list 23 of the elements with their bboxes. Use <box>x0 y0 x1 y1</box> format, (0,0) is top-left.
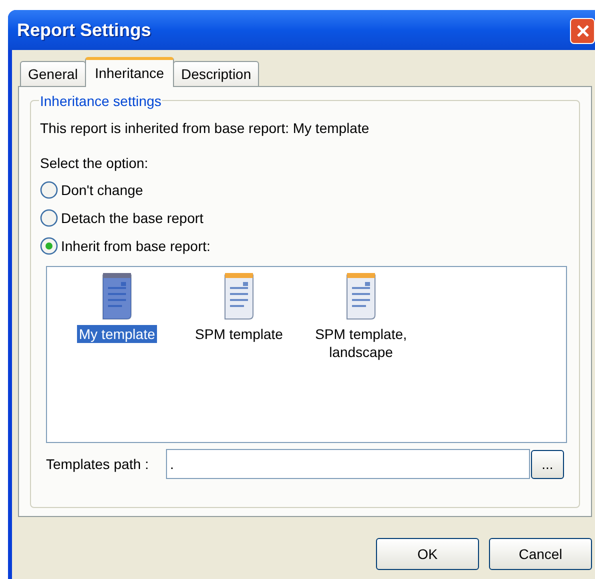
radio-button[interactable]: Detach the base report <box>40 208 204 228</box>
tab[interactable]: General <box>20 61 86 87</box>
field-label: Templates path : <box>46 454 150 474</box>
cancel-button[interactable]: Cancel <box>489 538 592 570</box>
radio-button[interactable]: Inherit from base report: <box>40 236 210 256</box>
window-title: Report Settings <box>17 18 152 42</box>
template-label[interactable]: My template <box>76 325 158 343</box>
template-label[interactable]: SPM template, landscape <box>305 325 417 361</box>
template-label[interactable]: SPM template <box>193 325 285 343</box>
close-icon <box>576 24 590 38</box>
tab[interactable]: Description <box>173 61 260 87</box>
radio-icon[interactable] <box>40 181 58 199</box>
path-field[interactable]: . <box>166 449 530 479</box>
close-button[interactable] <box>570 18 595 44</box>
tab[interactable]: Inheritance <box>84 57 174 87</box>
browse-button[interactable]: ... <box>531 450 564 478</box>
radio-icon[interactable] <box>40 237 58 255</box>
radio-icon[interactable] <box>40 209 58 227</box>
template-list[interactable]: My template SPM template SPM template, landscape <box>46 266 567 443</box>
info-text: This report is inherited from base report: My template <box>40 119 370 138</box>
prompt-text: Select the option: <box>40 154 150 173</box>
ok-button[interactable]: OK <box>376 538 479 570</box>
radio-button[interactable]: Don't change <box>40 180 144 200</box>
